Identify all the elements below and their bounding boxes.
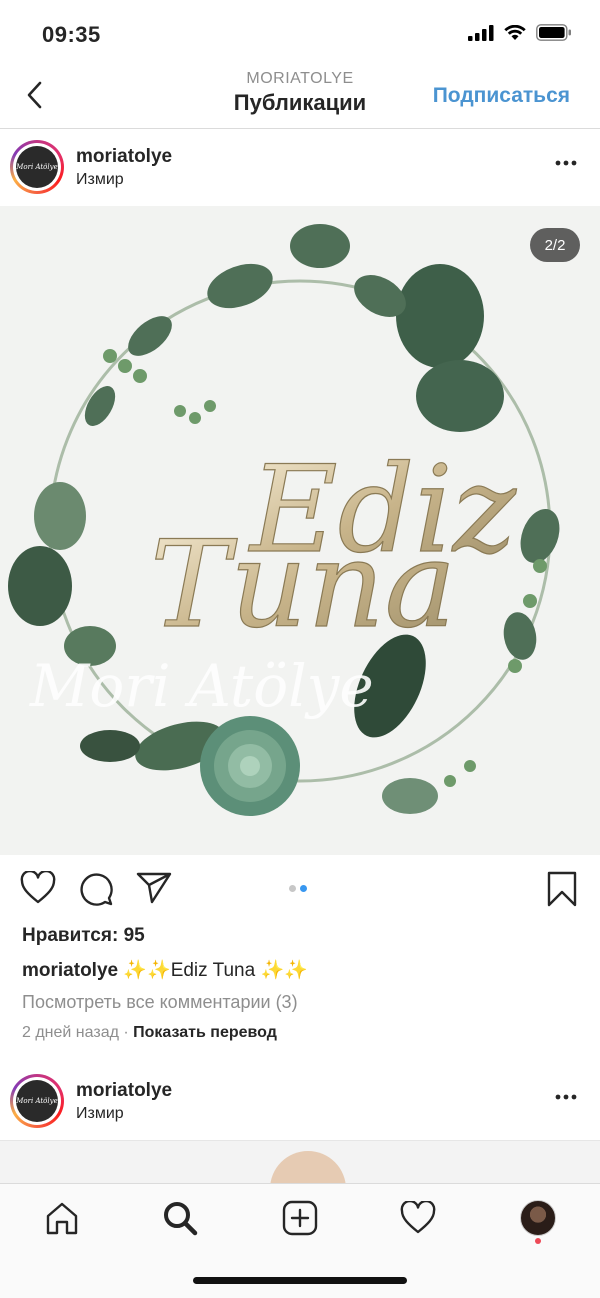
avatar[interactable]: Mori Atölye: [10, 1074, 64, 1128]
carousel-dot-active: [300, 885, 307, 892]
post-header: Mori Atölye moriatolye Измир: [0, 128, 600, 204]
avatar-logo: Mori Atölye: [16, 146, 58, 188]
status-icons: [468, 24, 572, 41]
caption-text: ✨✨Ediz Tuna ✨✨: [123, 960, 308, 981]
signal-icon: [468, 24, 494, 41]
subscribe-button[interactable]: Подписаться: [433, 84, 570, 108]
post-username[interactable]: moriatolye: [76, 146, 172, 168]
post-username[interactable]: moriatolye: [76, 1080, 172, 1102]
post-image-2[interactable]: [0, 1140, 600, 1186]
tab-activity[interactable]: [396, 1196, 440, 1240]
tab-home[interactable]: [40, 1196, 84, 1240]
home-indicator: [193, 1277, 407, 1284]
tab-profile[interactable]: [516, 1196, 560, 1240]
post-actions: [0, 855, 600, 925]
wooden-hoop-preview: [270, 1151, 346, 1186]
more-options-icon[interactable]: [554, 1092, 578, 1102]
home-icon: [46, 1202, 78, 1235]
post-header-2: Mori Atölye moriatolye Измир: [0, 1062, 600, 1138]
comment-icon[interactable]: [78, 871, 114, 907]
post-caption: moriatolye ✨✨Ediz Tuna ✨✨: [22, 958, 308, 982]
add-post-icon: [282, 1200, 318, 1236]
tab-search[interactable]: [158, 1196, 202, 1240]
carousel-dot: [289, 885, 296, 892]
save-bookmark-icon[interactable]: [546, 871, 578, 907]
post-image[interactable]: Ediz Tuna Mori Atölye 2/2: [0, 206, 600, 855]
nav-header: MORIATOLYE Публикации Подписаться: [0, 62, 600, 129]
search-icon: [164, 1202, 198, 1236]
tuna-lettering: Tuna: [150, 516, 456, 655]
activity-heart-icon: [400, 1201, 436, 1234]
post-timestamp: 2 дней назад: [22, 1024, 119, 1041]
avatar-logo: Mori Atölye: [16, 1080, 58, 1122]
meta-separator: ·: [118, 1024, 134, 1041]
likes-count[interactable]: Нравится: 95: [22, 925, 145, 947]
post-meta: 2 дней назад · Показать перевод: [22, 1024, 277, 1042]
avatar[interactable]: Mori Atölye: [10, 140, 64, 194]
caption-username[interactable]: moriatolye: [22, 960, 118, 981]
show-translation-link[interactable]: Показать перевод: [133, 1024, 277, 1041]
watermark-text: Mori Atölye: [29, 652, 374, 720]
status-time: 09:35: [42, 22, 101, 47]
image-counter: 2/2: [530, 228, 580, 262]
carousel-indicator: [289, 885, 307, 892]
battery-icon: [536, 24, 571, 41]
wifi-icon: [504, 24, 526, 40]
status-bar: 09:35: [0, 0, 600, 70]
tab-new-post[interactable]: [278, 1196, 322, 1240]
share-send-icon[interactable]: [136, 871, 172, 905]
wreath-illustration: Ediz Tuna Mori Atölye: [8, 224, 560, 816]
notification-dot: [535, 1238, 541, 1244]
post-location[interactable]: Измир: [76, 171, 124, 189]
post-location[interactable]: Измир: [76, 1105, 124, 1123]
profile-avatar: [520, 1200, 556, 1236]
view-comments-link[interactable]: Посмотреть все комментарии (3): [22, 992, 298, 1013]
more-options-icon[interactable]: [554, 158, 578, 168]
like-heart-icon[interactable]: [20, 871, 56, 905]
